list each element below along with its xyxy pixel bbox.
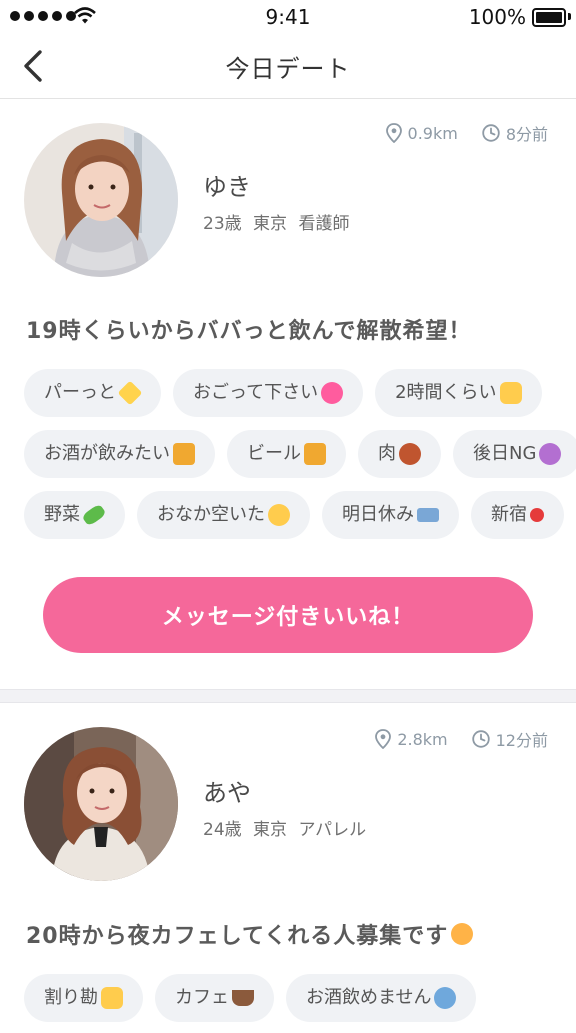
tag[interactable]: 2時間くらい [375,369,542,417]
tag[interactable]: 肉 [358,430,441,478]
nav-bar: 今日デート [0,34,576,99]
distance: 0.9km [407,123,458,143]
gesture-no-icon [539,443,562,465]
hearts-icon [321,382,344,404]
tag[interactable]: 野菜 [24,491,125,539]
tag[interactable]: 明日休み [322,491,459,539]
raised-hands-icon [101,987,123,1009]
distance: 2.8km [397,729,448,749]
location-pin-icon [375,729,392,749]
pushpin-icon [530,508,544,522]
time-ago: 12分前 [495,731,548,750]
raising-hand-icon [451,923,474,945]
status-bar: 9:41 100% [0,0,576,34]
tag-row: 割り勘 カフェ お酒飲めません [24,974,477,1022]
page-title: 今日デート [225,55,351,83]
sparkle-icon [117,380,143,406]
time-ago: 8分前 [505,125,548,144]
tag[interactable]: おなか空いた [137,491,310,539]
tag[interactable]: 割り勘 [24,974,143,1022]
battery-icon [532,8,566,27]
date-headline: 20時から夜カフェしてくれる人募集です [26,918,474,950]
beer-mug-icon [173,443,195,465]
bed-icon [417,508,439,522]
tag-row: 野菜 おなか空いた 明日休み 新宿 [24,491,564,539]
location-pin-icon [385,123,402,143]
date-card[interactable]: 2.8km 12分前 あや 24歳 東京 アパレル 20時から夜カフェしてくれる… [0,703,576,1033]
clock-icon [471,730,490,748]
date-card[interactable]: 0.9km 8分前 ゆき 23歳 東京 看護師 19時くらいからババっと飲んで解… [0,99,576,689]
message-like-button[interactable]: メッセージ付きいいね！ [43,577,533,653]
avatar[interactable] [24,123,178,277]
tag[interactable]: おごって下さい [173,369,364,417]
battery-percentage: 100% [468,5,526,29]
user-name: ゆき [203,173,251,201]
victory-hand-icon [499,382,522,404]
meat-icon [399,443,421,465]
battery-tip [568,13,571,20]
user-details: 23歳 東京 看護師 [203,214,350,234]
meta-info: 2.8km 12分前 [375,727,548,751]
tag[interactable]: 新宿 [471,491,564,539]
tag-row: パーっと おごって下さい 2時間くらい [24,369,542,417]
tag[interactable]: カフェ [155,974,274,1022]
avatar[interactable] [24,727,178,881]
anxious-face-icon [434,987,457,1009]
date-headline: 19時くらいからババっと飲んで解散希望！ [26,319,472,344]
tag[interactable]: パーっと [24,369,161,417]
user-details: 24歳 東京 アパレル [203,820,367,840]
tag-row: お酒が飲みたい ビール 肉 後日NG [24,430,576,478]
tag[interactable]: 後日NG [453,430,576,478]
cucumber-icon [81,503,107,527]
tag[interactable]: ビール [227,430,346,478]
tag[interactable]: お酒が飲みたい [24,430,215,478]
tag[interactable]: お酒飲めません [286,974,477,1022]
tongue-face-icon [268,504,290,526]
meta-info: 0.9km 8分前 [385,121,548,145]
coffee-cup-icon [232,990,254,1006]
beer-mug-icon [304,443,326,465]
card-separator [0,689,576,703]
user-name: あや [203,779,251,807]
clock-icon [482,124,500,142]
